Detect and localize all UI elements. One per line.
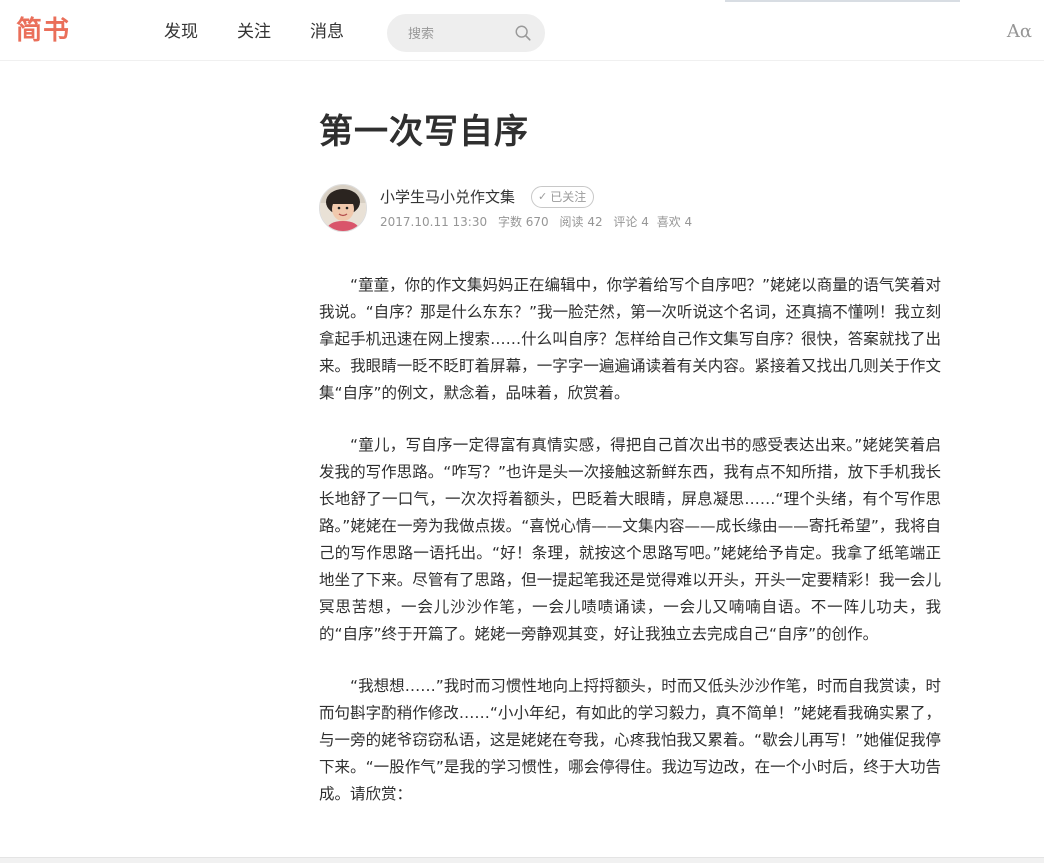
nav-following[interactable]: 关注 [237,20,271,44]
article-content: “童童，你的作文集妈妈正在编辑中，你学着给写个自序吧？”姥姥以商量的语气笑着对我… [319,272,941,808]
check-icon: ✓ [538,190,548,203]
top-navbar: 简书 发现 关注 消息 Aα [0,0,1044,61]
search-icon[interactable] [514,24,532,42]
article: 第一次写自序 小学生马小兑作文集 ✓ 已关注 2017.10.11 13:30 … [319,108,941,833]
paragraph: “童儿，写自序一定得富有真情实感，得把自己首次出书的感受表达出来。”姥姥笑着启发… [319,436,941,643]
nav-discover[interactable]: 发现 [164,20,198,44]
article-title: 第一次写自序 [319,112,529,152]
top-accent-bar [725,0,960,2]
search-box [387,14,545,52]
follow-button[interactable]: ✓ 已关注 [531,186,595,208]
follow-label: 已关注 [550,190,587,204]
like-count: 喜欢 4 [656,215,693,229]
read-count: 阅读 42 [559,215,603,229]
author-name[interactable]: 小学生马小兑作文集 [380,187,515,207]
word-count: 字数 670 [497,215,549,229]
site-logo[interactable]: 简书 [16,14,70,48]
search-input[interactable] [406,23,510,45]
paragraph: “我想想……”我时而习惯性地向上捋捋额头，时而又低头沙沙作笔，时而自我赏读，时而… [319,677,941,803]
nav-messages[interactable]: 消息 [310,20,344,44]
publish-date: 2017.10.11 13:30 [380,215,488,229]
avatar[interactable] [319,184,367,232]
avatar-image [320,185,366,231]
comment-count: 评论 4 [613,215,649,229]
article-meta: 2017.10.11 13:30 字数 670 阅读 42 评论 4 喜欢 4 [380,214,699,230]
bottom-scroll-edge [0,857,1044,863]
author-info: 小学生马小兑作文集 ✓ 已关注 2017.10.11 13:30 字数 670 … [319,184,941,234]
font-size-toggle[interactable]: Aα [1007,20,1032,44]
main-nav: 发现 关注 消息 [164,20,383,44]
paragraph: “童童，你的作文集妈妈正在编辑中，你学着给写个自序吧？”姥姥以商量的语气笑着对我… [319,276,941,402]
